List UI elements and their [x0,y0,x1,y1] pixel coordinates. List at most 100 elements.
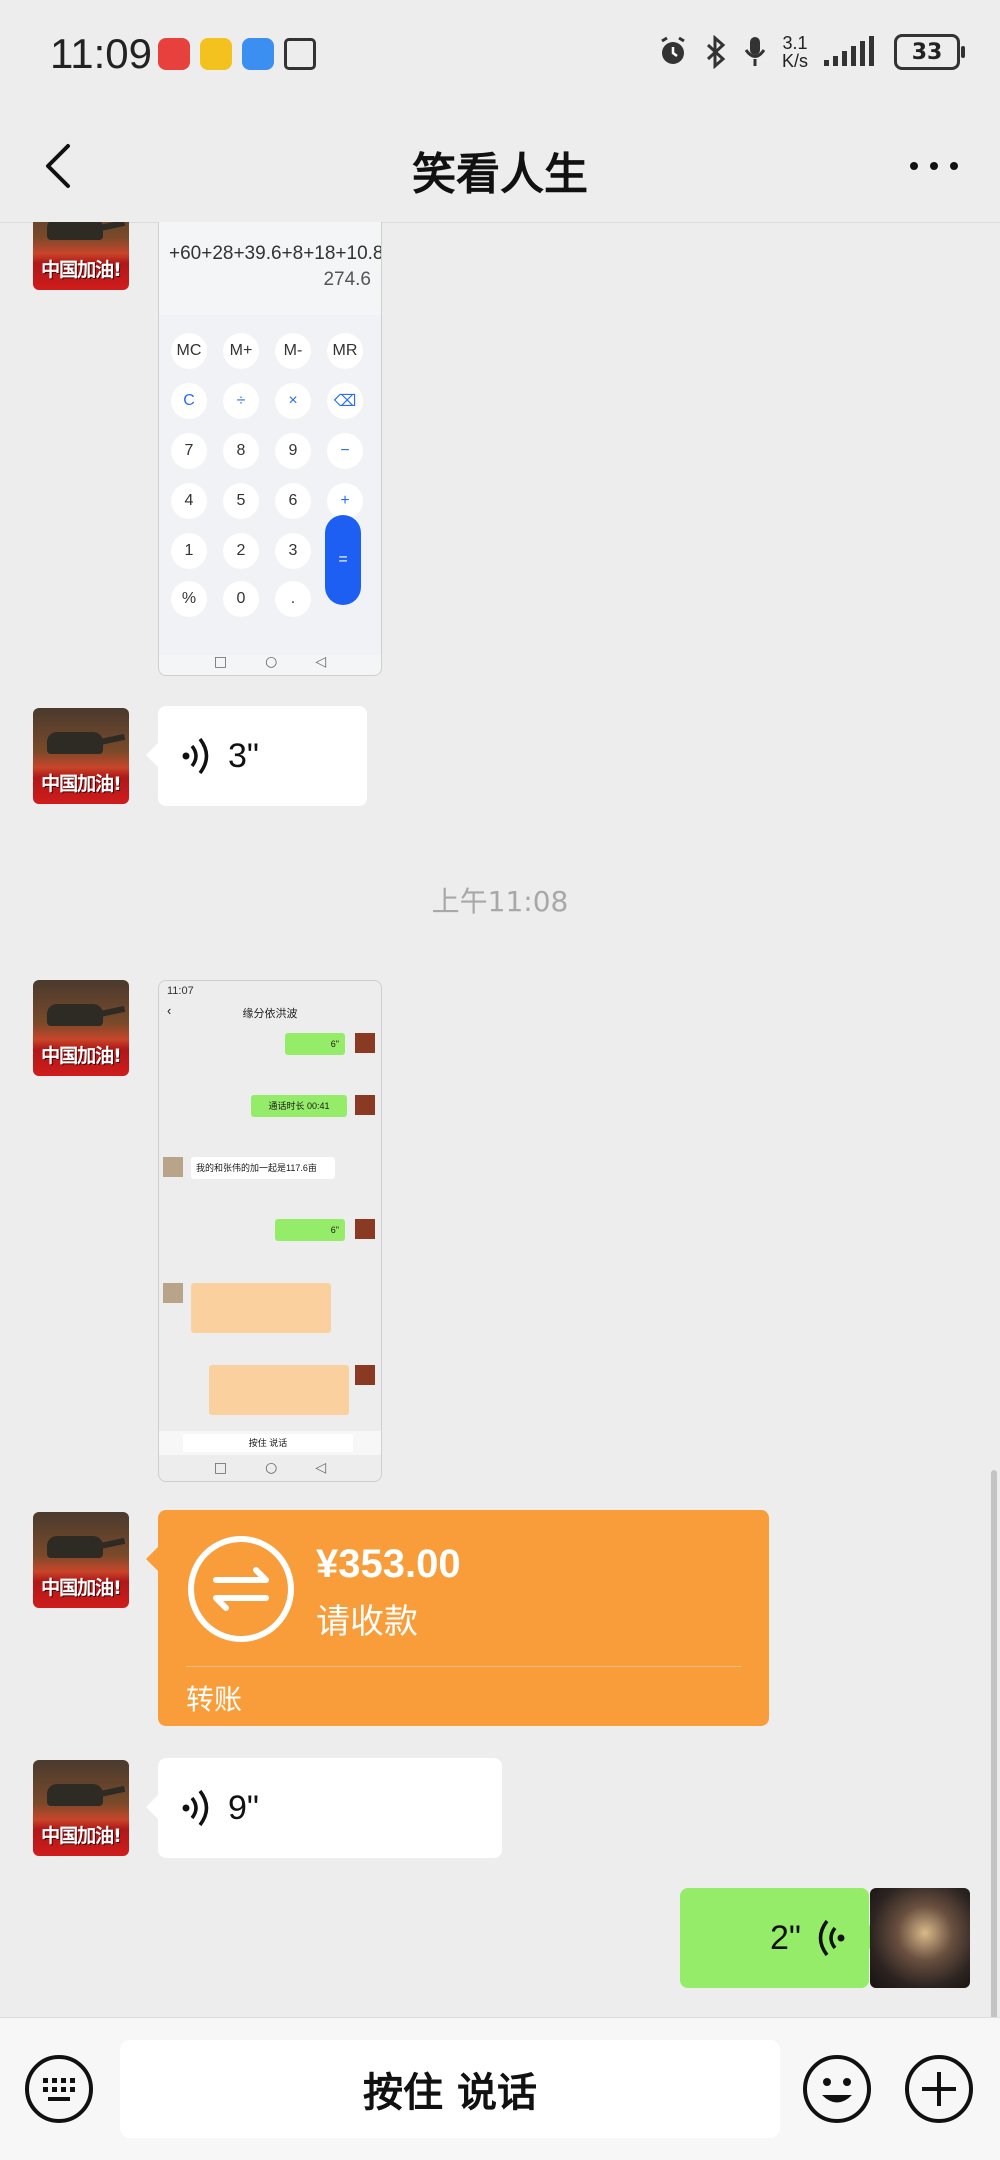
contact-avatar[interactable]: 中国加油! [33,222,129,290]
contact-avatar[interactable]: 中国加油! [33,1512,129,1608]
calc-key: % [171,581,207,617]
circle-nav-icon: ○ [265,654,278,670]
message-app-icon [242,38,274,70]
transfer-label: 转账 [186,1683,243,1716]
screenshot-nav-bar: □ ○ ◁ [159,649,381,675]
voice-duration: 3" [228,736,259,775]
calc-key: MR [327,333,363,369]
chat-title: 笑看人生 [412,149,588,200]
more-options-icon[interactable] [904,146,964,186]
calc-keypad: MC M+ M- MR C ÷ × ⌫ 7 8 9 − 4 5 6 + [159,315,381,525]
calc-key: 3 [275,533,311,569]
voice-message-bubble[interactable]: 9" [146,1758,502,1858]
status-time: 11:09 [50,30,152,77]
calculator-screenshot-image[interactable]: +60+28+39.6+8+18+10.8 274.6 MC M+ M- MR … [158,222,382,676]
mini-voice-bubble: 6" [285,1033,345,1055]
alarm-icon [661,36,685,64]
calc-key-equals: = [325,515,361,605]
nfc-icon [284,38,316,70]
calc-key: 9 [275,433,311,469]
avatar-label: 中国加油! [41,1577,122,1599]
voice-wave-icon [182,1789,209,1827]
avatar-label: 中国加油! [41,1825,122,1847]
mini-back-icon: ‹ [167,1003,172,1018]
calc-key: 5 [223,483,259,519]
circle-nav-icon: ○ [265,1460,278,1476]
calc-key: 1 [171,533,207,569]
calc-key: 0 [223,581,259,617]
mini-avatar [355,1219,375,1239]
calc-key: 7 [171,433,207,469]
voice-duration: 9" [228,1788,259,1827]
square-nav-icon: □ [213,1460,228,1476]
app-notification-icon [200,38,232,70]
mini-title: 缘分依洪波 [242,1008,298,1020]
mini-transfer-bubble [191,1283,331,1333]
avatar-label: 中国加油! [41,1045,122,1067]
mini-avatar [355,1095,375,1115]
mini-avatar [355,1365,375,1385]
mini-transfer-bubble [209,1365,349,1415]
chat-scrollbar[interactable] [991,1470,997,2030]
calc-key: ⌫ [327,383,363,419]
calc-key: − [327,433,363,469]
screenshot-nav-bar: □ ○ ◁ [159,1455,381,1481]
signal-icon [824,36,874,66]
message-timestamp: 上午11:08 [431,885,569,918]
chat-screenshot-image[interactable]: 11:07 缘分依洪波 ‹ 6" 通话时长 00:41 我的和张伟的加一起是11… [158,980,382,1482]
calc-key: 4 [171,483,207,519]
calc-keypad-lower: 1 2 3 = % 0 . [159,515,381,655]
chat-messages[interactable]: 中国加油! +60+28+39.6+8+18+10.8 274.6 MC M+ … [0,222,1000,2017]
plus-icon[interactable] [904,2054,974,2124]
calc-display: +60+28+39.6+8+18+10.8 274.6 [159,222,381,315]
contact-avatar[interactable]: 中国加油! [33,980,129,1076]
calc-key: . [275,581,311,617]
mini-avatar [355,1033,375,1053]
transfer-amount: ¥353.00 [316,1542,461,1586]
voice-wave-icon [818,1919,845,1957]
voice-message-bubble[interactable]: 3" [146,706,367,806]
calc-key: 6 [275,483,311,519]
calc-key: × [275,383,311,419]
mini-call-bubble: 通话时长 00:41 [251,1095,347,1117]
contact-avatar[interactable]: 中国加油! [33,1760,129,1856]
status-bar: 11:09 3.1 K/s 33 [0,0,1000,110]
mini-voice-bubble: 6" [275,1219,345,1241]
battery-indicator: 33 [894,34,965,70]
contact-avatar[interactable]: 中国加油! [33,708,129,804]
self-avatar[interactable] [870,1888,970,1988]
avatar-label: 中国加油! [41,773,122,795]
mini-input-bar: 按住 说话 [159,1431,381,1455]
avatar-label: 中国加油! [41,259,122,281]
transfer-card[interactable]: ¥353.00 请收款 转账 [146,1510,769,1726]
calc-key: M+ [223,333,259,369]
emoji-icon[interactable] [802,2054,872,2124]
calc-key: ÷ [223,383,259,419]
triangle-nav-icon: ◁ [315,654,327,670]
outgoing-voice-bubble[interactable]: 2" [680,1888,881,1988]
calc-key: MC [171,333,207,369]
input-bar: 按住 说话 [0,2017,1000,2160]
transfer-divider [186,1666,741,1667]
bluetooth-icon [706,35,726,69]
keyboard-icon[interactable] [24,2054,94,2124]
voice-wave-icon [182,737,209,775]
net-speed-value: 3.1 [782,33,808,53]
calc-key: 2 [223,533,259,569]
mini-time: 11:07 [167,985,194,997]
huawei-app-icon [158,38,190,70]
mini-text-bubble: 我的和张伟的加一起是117.6亩 [191,1157,335,1179]
calc-result: 274.6 [323,269,371,290]
mini-avatar [163,1157,183,1177]
hold-to-talk-button[interactable]: 按住 说话 [120,2040,780,2138]
system-icons: 3.1 K/s 33 [656,34,965,70]
calc-key: + [327,483,363,519]
net-speed-unit: K/s [781,51,808,71]
transfer-status: 请收款 [316,1602,418,1642]
notification-icons [158,38,316,70]
mini-talk-button: 按住 说话 [183,1434,353,1452]
square-nav-icon: □ [213,654,228,670]
network-speed: 3.1 K/s [782,34,808,70]
mini-avatar [163,1283,183,1303]
microphone-icon [744,37,766,66]
